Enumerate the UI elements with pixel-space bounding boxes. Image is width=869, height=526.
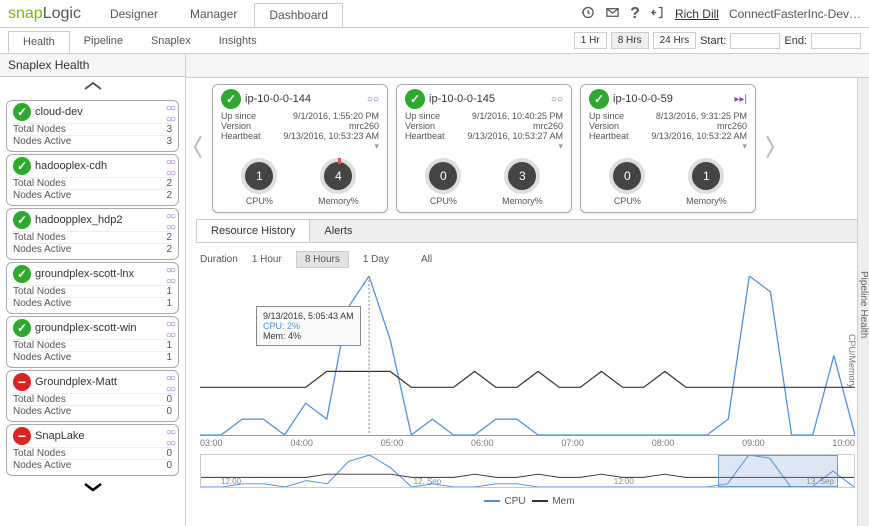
status-icon bbox=[13, 157, 31, 175]
status-icon bbox=[589, 89, 609, 109]
panel-title: Snaplex Health bbox=[0, 54, 185, 77]
snaplex-card[interactable]: groundplex-scott-win ○○○○ Total Nodes1 N… bbox=[6, 316, 179, 368]
node-card[interactable]: ip-10-0-0-145 ○○ Up since9/1/2016, 10:40… bbox=[396, 84, 572, 213]
subtab-health[interactable]: Health bbox=[8, 31, 70, 53]
org-label: ConnectFasterInc-Dev… bbox=[729, 7, 861, 21]
end-label: End: bbox=[784, 35, 807, 47]
snaplex-name: cloud-dev bbox=[35, 106, 83, 118]
snaplex-card[interactable]: hadoopplex_hdp2 ○○○○ Total Nodes2 Nodes … bbox=[6, 208, 179, 260]
snaplex-type-icon: ○○○○ bbox=[166, 427, 174, 449]
time-24hr[interactable]: 24 Hrs bbox=[653, 32, 696, 49]
scroll-down[interactable] bbox=[0, 478, 185, 499]
mem-gauge: 3Memory% bbox=[502, 158, 543, 206]
node-name: ip-10-0-0-144 bbox=[245, 93, 311, 105]
mail-icon[interactable] bbox=[605, 5, 620, 23]
pipeline-health-handle[interactable]: Pipeline Health bbox=[857, 78, 869, 526]
duration-label: Duration bbox=[200, 254, 238, 265]
help-icon[interactable]: ? bbox=[630, 5, 640, 23]
cpu-gauge: 0CPU% bbox=[609, 158, 645, 206]
snaplex-card[interactable]: hadooplex-cdh ○○○○ Total Nodes2 Nodes Ac… bbox=[6, 154, 179, 206]
nav-designer[interactable]: Designer bbox=[95, 2, 173, 26]
logout-icon[interactable] bbox=[650, 5, 665, 23]
nav-manager[interactable]: Manager bbox=[175, 2, 252, 26]
node-type-icon: ○○ bbox=[367, 94, 379, 105]
subtab-pipeline[interactable]: Pipeline bbox=[70, 31, 137, 51]
cpu-gauge: 1CPU% bbox=[241, 158, 277, 206]
user-link[interactable]: Rich Dill bbox=[675, 7, 719, 21]
dur-1day[interactable]: 1 Day bbox=[355, 252, 397, 267]
status-icon bbox=[13, 373, 31, 391]
snaplex-card[interactable]: cloud-dev ○○○○ Total Nodes3 Nodes Active… bbox=[6, 100, 179, 152]
dur-8hours[interactable]: 8 Hours bbox=[296, 251, 349, 268]
snaplex-name: hadooplex-cdh bbox=[35, 160, 107, 172]
chart-legend: CPU Mem bbox=[186, 494, 869, 509]
logo: snapLogic bbox=[8, 5, 81, 23]
node-card[interactable]: ip-10-0-0-144 ○○ Up since9/1/2016, 1:55:… bbox=[212, 84, 388, 213]
time-8hr[interactable]: 8 Hrs bbox=[611, 32, 649, 49]
snaplex-type-icon: ○○○○ bbox=[166, 265, 174, 287]
node-card[interactable]: ip-10-0-0-59 ▸▸| Up since8/13/2016, 9:31… bbox=[580, 84, 756, 213]
chart-tooltip: 9/13/2016, 5:05:43 AM CPU: 2% Mem: 4% bbox=[256, 306, 361, 346]
nav-dashboard[interactable]: Dashboard bbox=[254, 3, 343, 27]
end-input[interactable] bbox=[811, 33, 861, 49]
subtab-insights[interactable]: Insights bbox=[205, 31, 271, 51]
mem-gauge: 4Memory% bbox=[318, 158, 359, 206]
mem-gauge: 1Memory% bbox=[686, 158, 727, 206]
snaplex-card[interactable]: Groundplex-Matt ○○○○ Total Nodes0 Nodes … bbox=[6, 370, 179, 422]
subtab-snaplex[interactable]: Snaplex bbox=[137, 31, 205, 51]
dur-1hour[interactable]: 1 Hour bbox=[244, 252, 290, 267]
node-name: ip-10-0-0-145 bbox=[429, 93, 495, 105]
node-name: ip-10-0-0-59 bbox=[613, 93, 673, 105]
snaplex-name: SnapLake bbox=[35, 430, 85, 442]
status-icon bbox=[13, 319, 31, 337]
snaplex-type-icon: ○○○○ bbox=[166, 103, 174, 125]
status-icon bbox=[221, 89, 241, 109]
status-icon bbox=[13, 103, 31, 121]
tab-resource-history[interactable]: Resource History bbox=[197, 220, 310, 242]
snaplex-name: hadoopplex_hdp2 bbox=[35, 214, 122, 226]
overview-chart[interactable]: 12:0012. Sep12:0013. Sep bbox=[200, 454, 855, 488]
time-1hr[interactable]: 1 Hr bbox=[574, 32, 607, 49]
node-type-icon: ▸▸| bbox=[734, 94, 747, 105]
dur-all[interactable]: All bbox=[413, 252, 440, 267]
cpu-gauge: 0CPU% bbox=[425, 158, 461, 206]
snaplex-name: groundplex-scott-lnx bbox=[35, 268, 134, 280]
resource-chart[interactable]: CPU/Memory 10 9/13/2016, 5:05:43 AM CPU:… bbox=[200, 276, 855, 436]
status-icon bbox=[13, 265, 31, 283]
snaplex-name: groundplex-scott-win bbox=[35, 322, 137, 334]
scroll-up[interactable] bbox=[0, 77, 185, 98]
status-icon bbox=[13, 427, 31, 445]
carousel-next[interactable] bbox=[762, 132, 778, 165]
y-axis-label: CPU/Memory bbox=[847, 333, 857, 387]
status-icon bbox=[13, 211, 31, 229]
status-icon bbox=[405, 89, 425, 109]
snaplex-type-icon: ○○○○ bbox=[166, 157, 174, 179]
carousel-prev[interactable] bbox=[190, 132, 206, 165]
node-type-icon: ○○ bbox=[551, 94, 563, 105]
snaplex-type-icon: ○○○○ bbox=[166, 211, 174, 233]
snaplex-name: Groundplex-Matt bbox=[35, 376, 117, 388]
snaplex-card[interactable]: groundplex-scott-lnx ○○○○ Total Nodes1 N… bbox=[6, 262, 179, 314]
main-panel-header bbox=[186, 54, 869, 78]
snaplex-type-icon: ○○○○ bbox=[166, 319, 174, 341]
snaplex-card[interactable]: SnapLake ○○○○ Total Nodes0 Nodes Active0 bbox=[6, 424, 179, 476]
tab-alerts[interactable]: Alerts bbox=[310, 220, 366, 242]
history-icon[interactable] bbox=[580, 5, 595, 23]
start-input[interactable] bbox=[730, 33, 780, 49]
start-label: Start: bbox=[700, 35, 726, 47]
snaplex-type-icon: ○○○○ bbox=[166, 373, 174, 395]
